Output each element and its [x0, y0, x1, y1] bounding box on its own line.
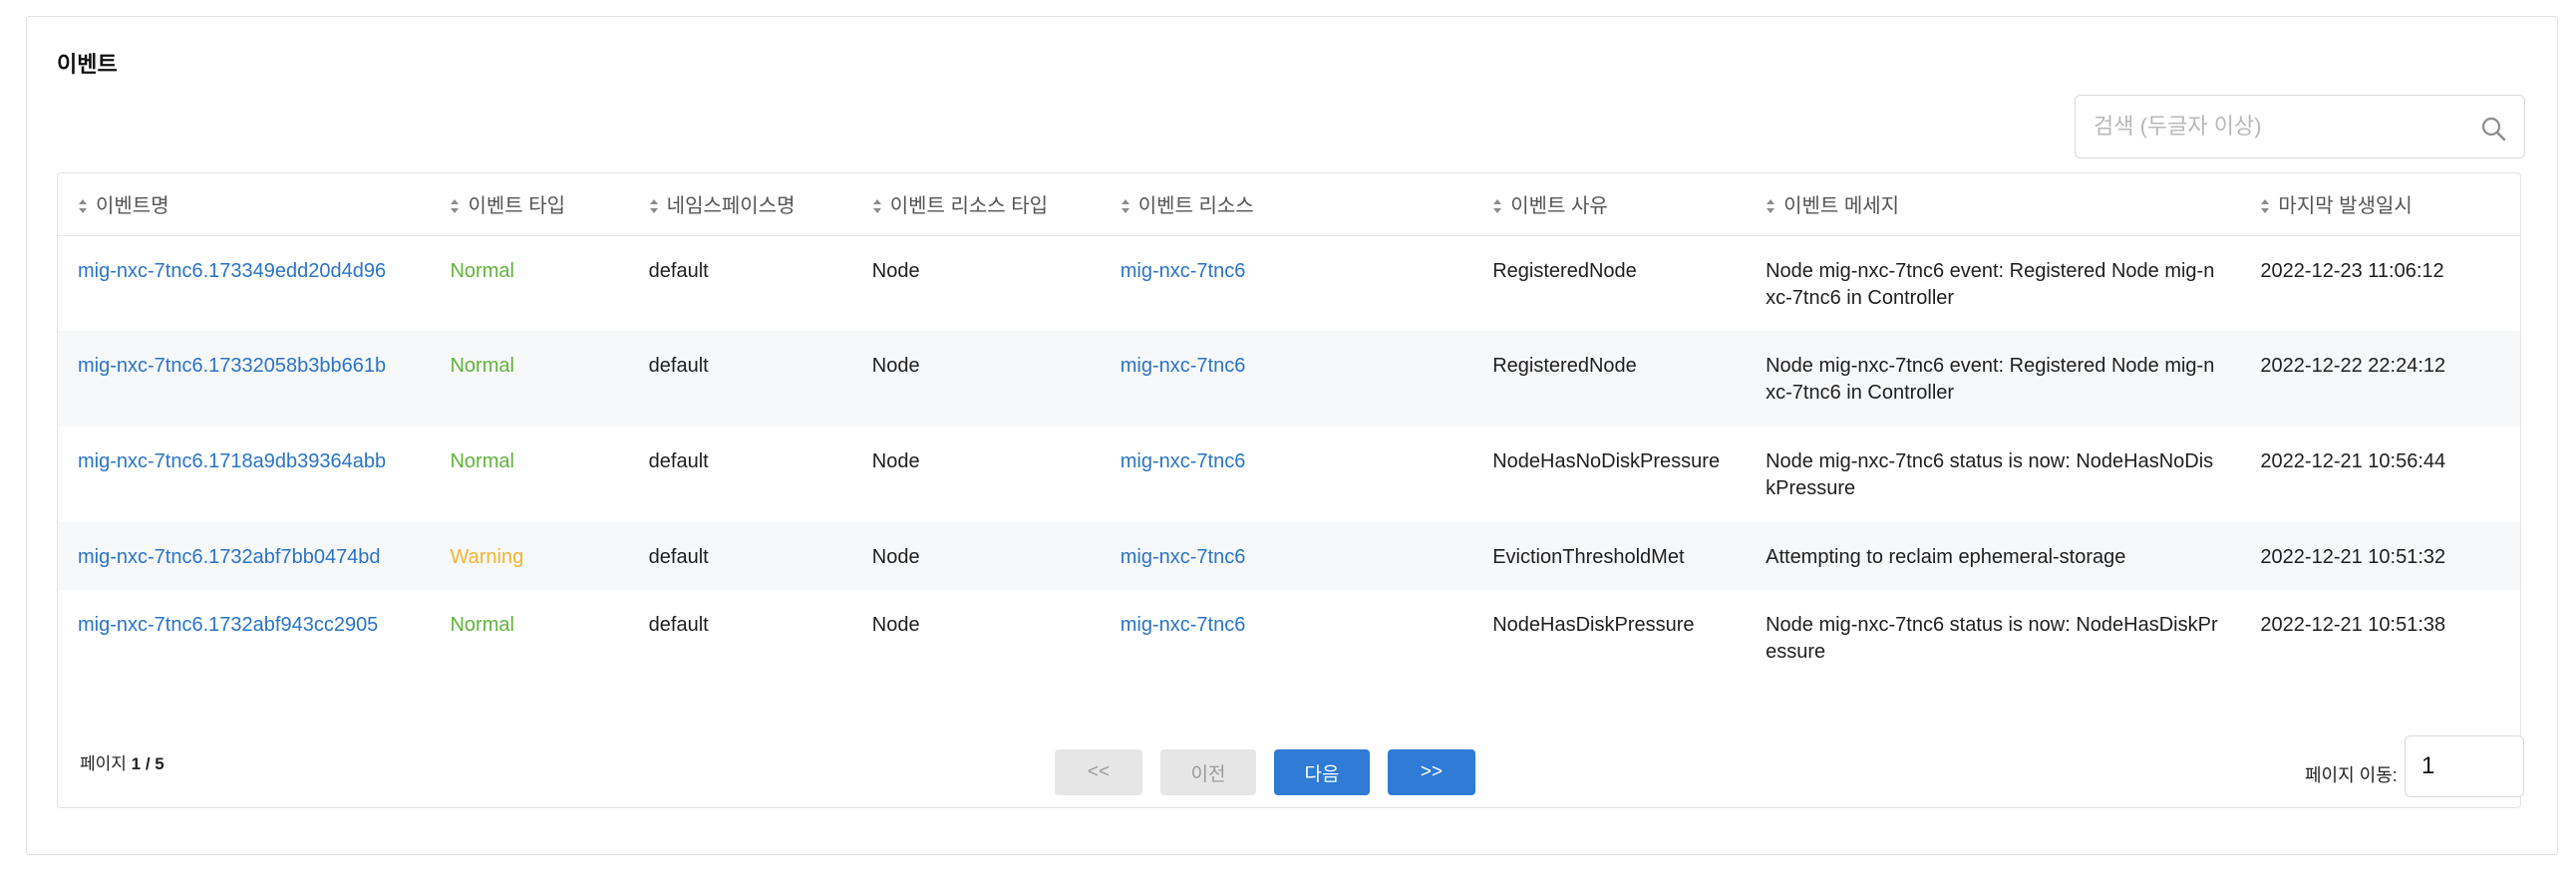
- event-name-link[interactable]: mig-nxc-7tnc6.17332058b3bb661b: [58, 331, 430, 427]
- namespace-cell: default: [648, 614, 709, 636]
- sort-icon[interactable]: [872, 198, 882, 214]
- column-header-label: 이벤트 타입: [468, 195, 566, 218]
- resource-link[interactable]: mig-nxc-7tnc6: [1101, 590, 1472, 686]
- event-type: Normal: [450, 355, 514, 377]
- sort-icon[interactable]: [78, 198, 88, 214]
- resource-type-cell: Node: [871, 355, 920, 377]
- next-page-button[interactable]: 다음: [1274, 749, 1370, 795]
- column-header-label: 마지막 발생일시: [2278, 195, 2413, 218]
- sort-icon[interactable]: [649, 198, 659, 214]
- column-header[interactable]: 이벤트 사유: [1472, 173, 1746, 235]
- namespace-cell: default: [648, 546, 709, 568]
- column-header[interactable]: 이벤트명: [58, 173, 430, 235]
- column-header-label: 이벤트 리소스 타입: [889, 195, 1049, 218]
- search-input[interactable]: [2076, 96, 2524, 157]
- resource-type-cell: Node: [871, 546, 920, 568]
- resource-link[interactable]: mig-nxc-7tnc6: [1101, 235, 1472, 331]
- column-header-label: 이벤트 사유: [1510, 195, 1608, 218]
- column-header-label: 네임스페이스명: [666, 195, 796, 218]
- last-seen-cell: 2022-12-22 22:24:12: [2260, 355, 2446, 377]
- resource-link[interactable]: mig-nxc-7tnc6: [1101, 331, 1472, 427]
- table-row: mig-nxc-7tnc6.1732abf7bb0474bd Warning def…: [58, 522, 2520, 590]
- column-header-label: 이벤트 리소스: [1137, 195, 1254, 218]
- last-seen-cell: 2022-12-23 11:06:12: [2260, 259, 2444, 282]
- reason-cell: RegisteredNode: [1492, 355, 1637, 377]
- last-seen-cell: 2022-12-21 10:56:44: [2260, 450, 2446, 472]
- table-body: mig-nxc-7tnc6.173349edd20d4d96 Normal defa…: [58, 235, 2520, 686]
- search-icon[interactable]: [2480, 116, 2506, 142]
- prev-page-button[interactable]: 이전: [1160, 749, 1256, 795]
- message-cell: Attempting to reclaim ephemeral-storage: [1766, 546, 2126, 568]
- column-header[interactable]: 이벤트 리소스 타입: [852, 173, 1101, 235]
- event-name-link[interactable]: mig-nxc-7tnc6.1732abf7bb0474bd: [58, 522, 430, 590]
- reason-cell: EvictionThresholdMet: [1492, 546, 1685, 568]
- events-table: 이벤트명 이벤트 타입 네임스페이스명 이벤트 리소스 타입 이벤트 리소스 이벤트 사유…: [58, 173, 2520, 686]
- resource-link[interactable]: mig-nxc-7tnc6: [1101, 427, 1472, 522]
- page-indicator: 페이지 1 / 5: [80, 749, 164, 774]
- reason-cell: NodeHasNoDiskPressure: [1492, 450, 1721, 472]
- last-page-button[interactable]: >>: [1388, 749, 1475, 795]
- sort-icon[interactable]: [2260, 198, 2270, 214]
- namespace-cell: default: [648, 259, 709, 282]
- goto-page-input[interactable]: [2405, 735, 2524, 797]
- event-name-link[interactable]: mig-nxc-7tnc6.1718a9db39364abb: [58, 427, 430, 522]
- event-type: Normal: [450, 614, 514, 636]
- message-cell: Node mig-nxc-7tnc6 event: Registered Nod…: [1766, 259, 2215, 309]
- table-row: mig-nxc-7tnc6.17332058b3bb661b Normal defa…: [58, 331, 2520, 427]
- sort-icon[interactable]: [450, 198, 460, 214]
- last-seen-cell: 2022-12-21 10:51:38: [2260, 614, 2446, 636]
- last-seen-cell: 2022-12-21 10:51:32: [2260, 546, 2446, 568]
- table-row: mig-nxc-7tnc6.1732abf943cc2905 Normal defa…: [58, 590, 2520, 686]
- panel-title: 이벤트: [57, 52, 118, 77]
- sort-icon[interactable]: [1492, 198, 1502, 214]
- table-header-row: 이벤트명 이벤트 타입 네임스페이스명 이벤트 리소스 타입 이벤트 리소스 이벤트 사유…: [58, 173, 2520, 235]
- resource-type-cell: Node: [871, 259, 920, 282]
- events-table-card: 이벤트명 이벤트 타입 네임스페이스명 이벤트 리소스 타입 이벤트 리소스 이벤트 사유…: [57, 172, 2524, 808]
- resource-type-cell: Node: [871, 614, 920, 636]
- message-cell: Node mig-nxc-7tnc6 status is now: NodeHa…: [1766, 450, 2214, 499]
- column-header[interactable]: 이벤트 리소스: [1101, 173, 1472, 235]
- table-row: mig-nxc-7tnc6.1718a9db39364abb Normal defa…: [58, 427, 2520, 522]
- page-value: 1 / 5: [131, 754, 164, 773]
- resource-link[interactable]: mig-nxc-7tnc6: [1101, 522, 1472, 590]
- column-header[interactable]: 네임스페이스명: [629, 173, 852, 235]
- sort-icon[interactable]: [1766, 198, 1775, 214]
- resource-type-cell: Node: [871, 450, 920, 472]
- event-type: Normal: [450, 450, 514, 472]
- event-name-link[interactable]: mig-nxc-7tnc6.1732abf943cc2905: [58, 590, 430, 686]
- search-box[interactable]: [2075, 95, 2525, 158]
- page-label: 페이지: [80, 754, 127, 773]
- column-header-label: 이벤트명: [96, 195, 169, 218]
- event-type: Normal: [450, 259, 514, 282]
- sort-icon[interactable]: [1121, 198, 1130, 214]
- reason-cell: RegisteredNode: [1492, 259, 1637, 282]
- column-header[interactable]: 마지막 발생일시: [2240, 173, 2520, 235]
- table-row: mig-nxc-7tnc6.173349edd20d4d96 Normal defa…: [58, 235, 2520, 331]
- message-cell: Node mig-nxc-7tnc6 event: Registered Nod…: [1766, 355, 2215, 404]
- message-cell: Node mig-nxc-7tnc6 status is now: NodeHa…: [1766, 614, 2218, 663]
- event-type: Warning: [450, 546, 524, 568]
- goto-page-label: 페이지 이동:: [2305, 765, 2398, 785]
- event-name-link[interactable]: mig-nxc-7tnc6.173349edd20d4d96: [58, 235, 430, 331]
- first-page-button[interactable]: <<: [1055, 749, 1142, 795]
- namespace-cell: default: [648, 355, 709, 377]
- reason-cell: NodeHasDiskPressure: [1492, 614, 1695, 636]
- column-header[interactable]: 이벤트 타입: [430, 173, 628, 235]
- column-header[interactable]: 이벤트 메세지: [1746, 173, 2240, 235]
- column-header-label: 이벤트 메세지: [1783, 195, 1900, 218]
- namespace-cell: default: [648, 450, 709, 472]
- events-panel: 이벤트 이벤트명이벤트 타입네임스페이스명이벤트 리소스 타입이벤트 리소스이벤…: [26, 16, 2558, 855]
